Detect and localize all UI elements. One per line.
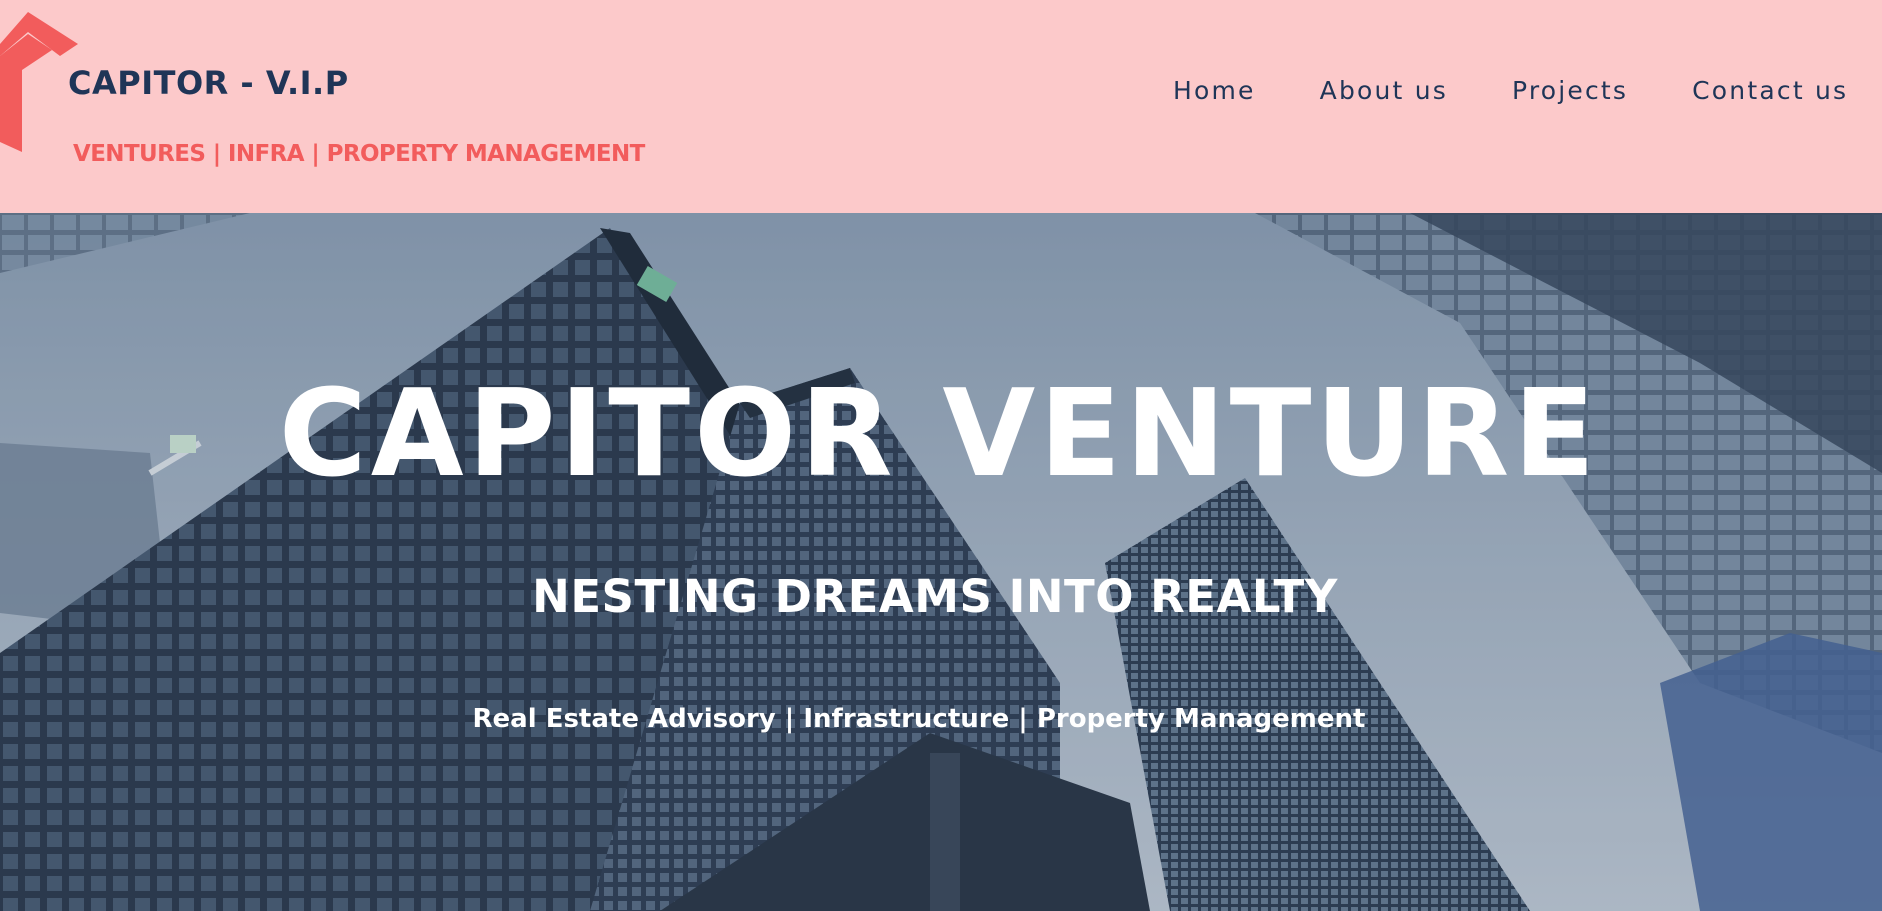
main-nav: Home About us Projects Contact us — [1173, 76, 1848, 105]
site-header: CAPITOR - V.I.P VENTURES | INFRA | PROPE… — [0, 0, 1882, 213]
nav-projects[interactable]: Projects — [1512, 76, 1628, 105]
brand-tagline: VENTURES | INFRA | PROPERTY MANAGEMENT — [73, 141, 645, 167]
brand-name[interactable]: CAPITOR - V.I.P — [68, 64, 349, 102]
hero-overlay — [0, 213, 1882, 911]
hero-title: CAPITOR VENTURE — [278, 365, 1600, 504]
nav-contact-us[interactable]: Contact us — [1692, 76, 1848, 105]
hero-subtitle: NESTING DREAMS INTO REALTY — [532, 570, 1338, 623]
nav-about-us[interactable]: About us — [1320, 76, 1448, 105]
hero-services: Real Estate Advisory | Infrastructure | … — [472, 704, 1366, 734]
hero-section: CAPITOR VENTURE NESTING DREAMS INTO REAL… — [0, 213, 1882, 911]
nav-home[interactable]: Home — [1173, 76, 1256, 105]
